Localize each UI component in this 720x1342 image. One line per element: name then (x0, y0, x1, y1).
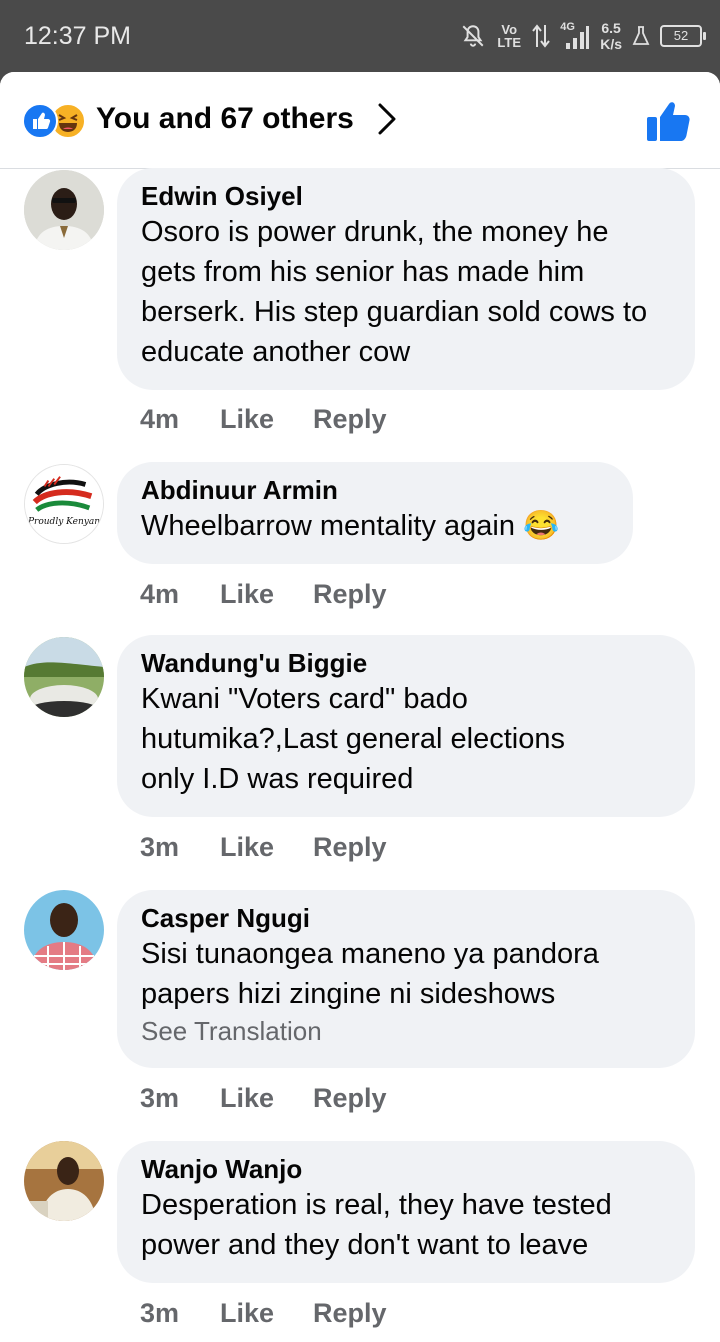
comment-bubble[interactable]: Wandung'u Biggie Kwani "Voters card" bad… (117, 635, 695, 817)
comment-text: Kwani "Voters card" bado hutumika?,Last … (141, 683, 565, 795)
comment-time[interactable]: 4m (140, 579, 220, 610)
comment-actions: 3m Like Reply (140, 832, 387, 863)
like-link[interactable]: Like (220, 832, 313, 863)
comment-actions: 3m Like Reply (140, 1083, 387, 1114)
reactions-header[interactable]: You and 67 others (0, 72, 720, 169)
chevron-right-icon[interactable] (372, 100, 402, 138)
comment-text-row: Wheelbarrow mentality again 😂 (141, 506, 609, 546)
reaction-icons (22, 103, 92, 139)
comments-sheet: You and 67 others Edwin Osiyel Osoro is … (0, 72, 720, 1342)
laughing-emoji: 😂 (523, 510, 560, 542)
comment-bubble[interactable]: Casper Ngugi Sisi tunaongea maneno ya pa… (117, 890, 695, 1068)
data-arrows-icon (532, 24, 550, 48)
avatar[interactable] (24, 1141, 104, 1221)
comment-text: Wheelbarrow mentality again (141, 510, 515, 542)
notifications-off-icon (462, 25, 484, 47)
comment-text: Sisi tunaongea maneno ya pandora papers … (141, 938, 599, 1010)
comment-time[interactable]: 3m (140, 832, 220, 863)
avatar-caption: Proudly Kenyan (27, 517, 100, 527)
status-icons: Vo LTE 4G 6.5 K/s 52 (460, 16, 706, 56)
comment-bubble[interactable]: Abdinuur Armin Wheelbarrow mentality aga… (117, 462, 633, 564)
volte-indicator: Vo LTE (497, 22, 521, 50)
comment-author[interactable]: Wanjo Wanjo (141, 1153, 671, 1185)
comment-bubble[interactable]: Wanjo Wanjo Desperation is real, they ha… (117, 1141, 695, 1283)
reaction-summary[interactable]: You and 67 others (96, 102, 354, 136)
avatar[interactable]: Proudly Kenyan (24, 464, 104, 544)
comment-author[interactable]: Abdinuur Armin (141, 474, 609, 506)
comment-author[interactable]: Wandung'u Biggie (141, 647, 671, 679)
avatar[interactable] (24, 637, 104, 717)
comment-text: Osoro is power drunk, the money he gets … (141, 216, 648, 368)
reply-link[interactable]: Reply (313, 832, 387, 863)
reply-link[interactable]: Reply (313, 404, 387, 435)
like-link[interactable]: Like (220, 1083, 313, 1114)
reply-link[interactable]: Reply (313, 579, 387, 610)
reply-link[interactable]: Reply (313, 1083, 387, 1114)
see-translation-link[interactable]: See Translation (141, 1014, 671, 1048)
flask-icon (632, 26, 650, 45)
comment-actions: 3m Like Reply (140, 1298, 387, 1329)
battery-icon: 52 (660, 25, 706, 47)
status-bar: 12:37 PM Vo LTE 4G 6.5 K/s 52 (0, 0, 720, 72)
avatar[interactable] (24, 890, 104, 970)
network-speed: 6.5 K/s (600, 20, 622, 52)
thumbs-up-icon[interactable] (646, 100, 690, 142)
signal-strength: 4G (560, 21, 590, 51)
comment-text: Desperation is real, they have tested po… (141, 1189, 612, 1261)
comment-author[interactable]: Edwin Osiyel (141, 180, 671, 212)
comment-bubble[interactable]: Edwin Osiyel Osoro is power drunk, the m… (117, 168, 695, 390)
comment-author[interactable]: Casper Ngugi (141, 902, 671, 934)
like-link[interactable]: Like (220, 404, 313, 435)
status-time: 12:37 PM (24, 22, 132, 50)
reply-link[interactable]: Reply (313, 1298, 387, 1329)
like-link[interactable]: Like (220, 579, 313, 610)
comment-actions: 4m Like Reply (140, 579, 387, 610)
avatar[interactable] (24, 170, 104, 250)
comment-time[interactable]: 4m (140, 404, 220, 435)
comment-time[interactable]: 3m (140, 1298, 220, 1329)
comment-actions: 4m Like Reply (140, 404, 387, 435)
comment-time[interactable]: 3m (140, 1083, 220, 1114)
signal-bars-icon (566, 26, 590, 49)
like-reaction-icon (22, 103, 58, 139)
like-link[interactable]: Like (220, 1298, 313, 1329)
